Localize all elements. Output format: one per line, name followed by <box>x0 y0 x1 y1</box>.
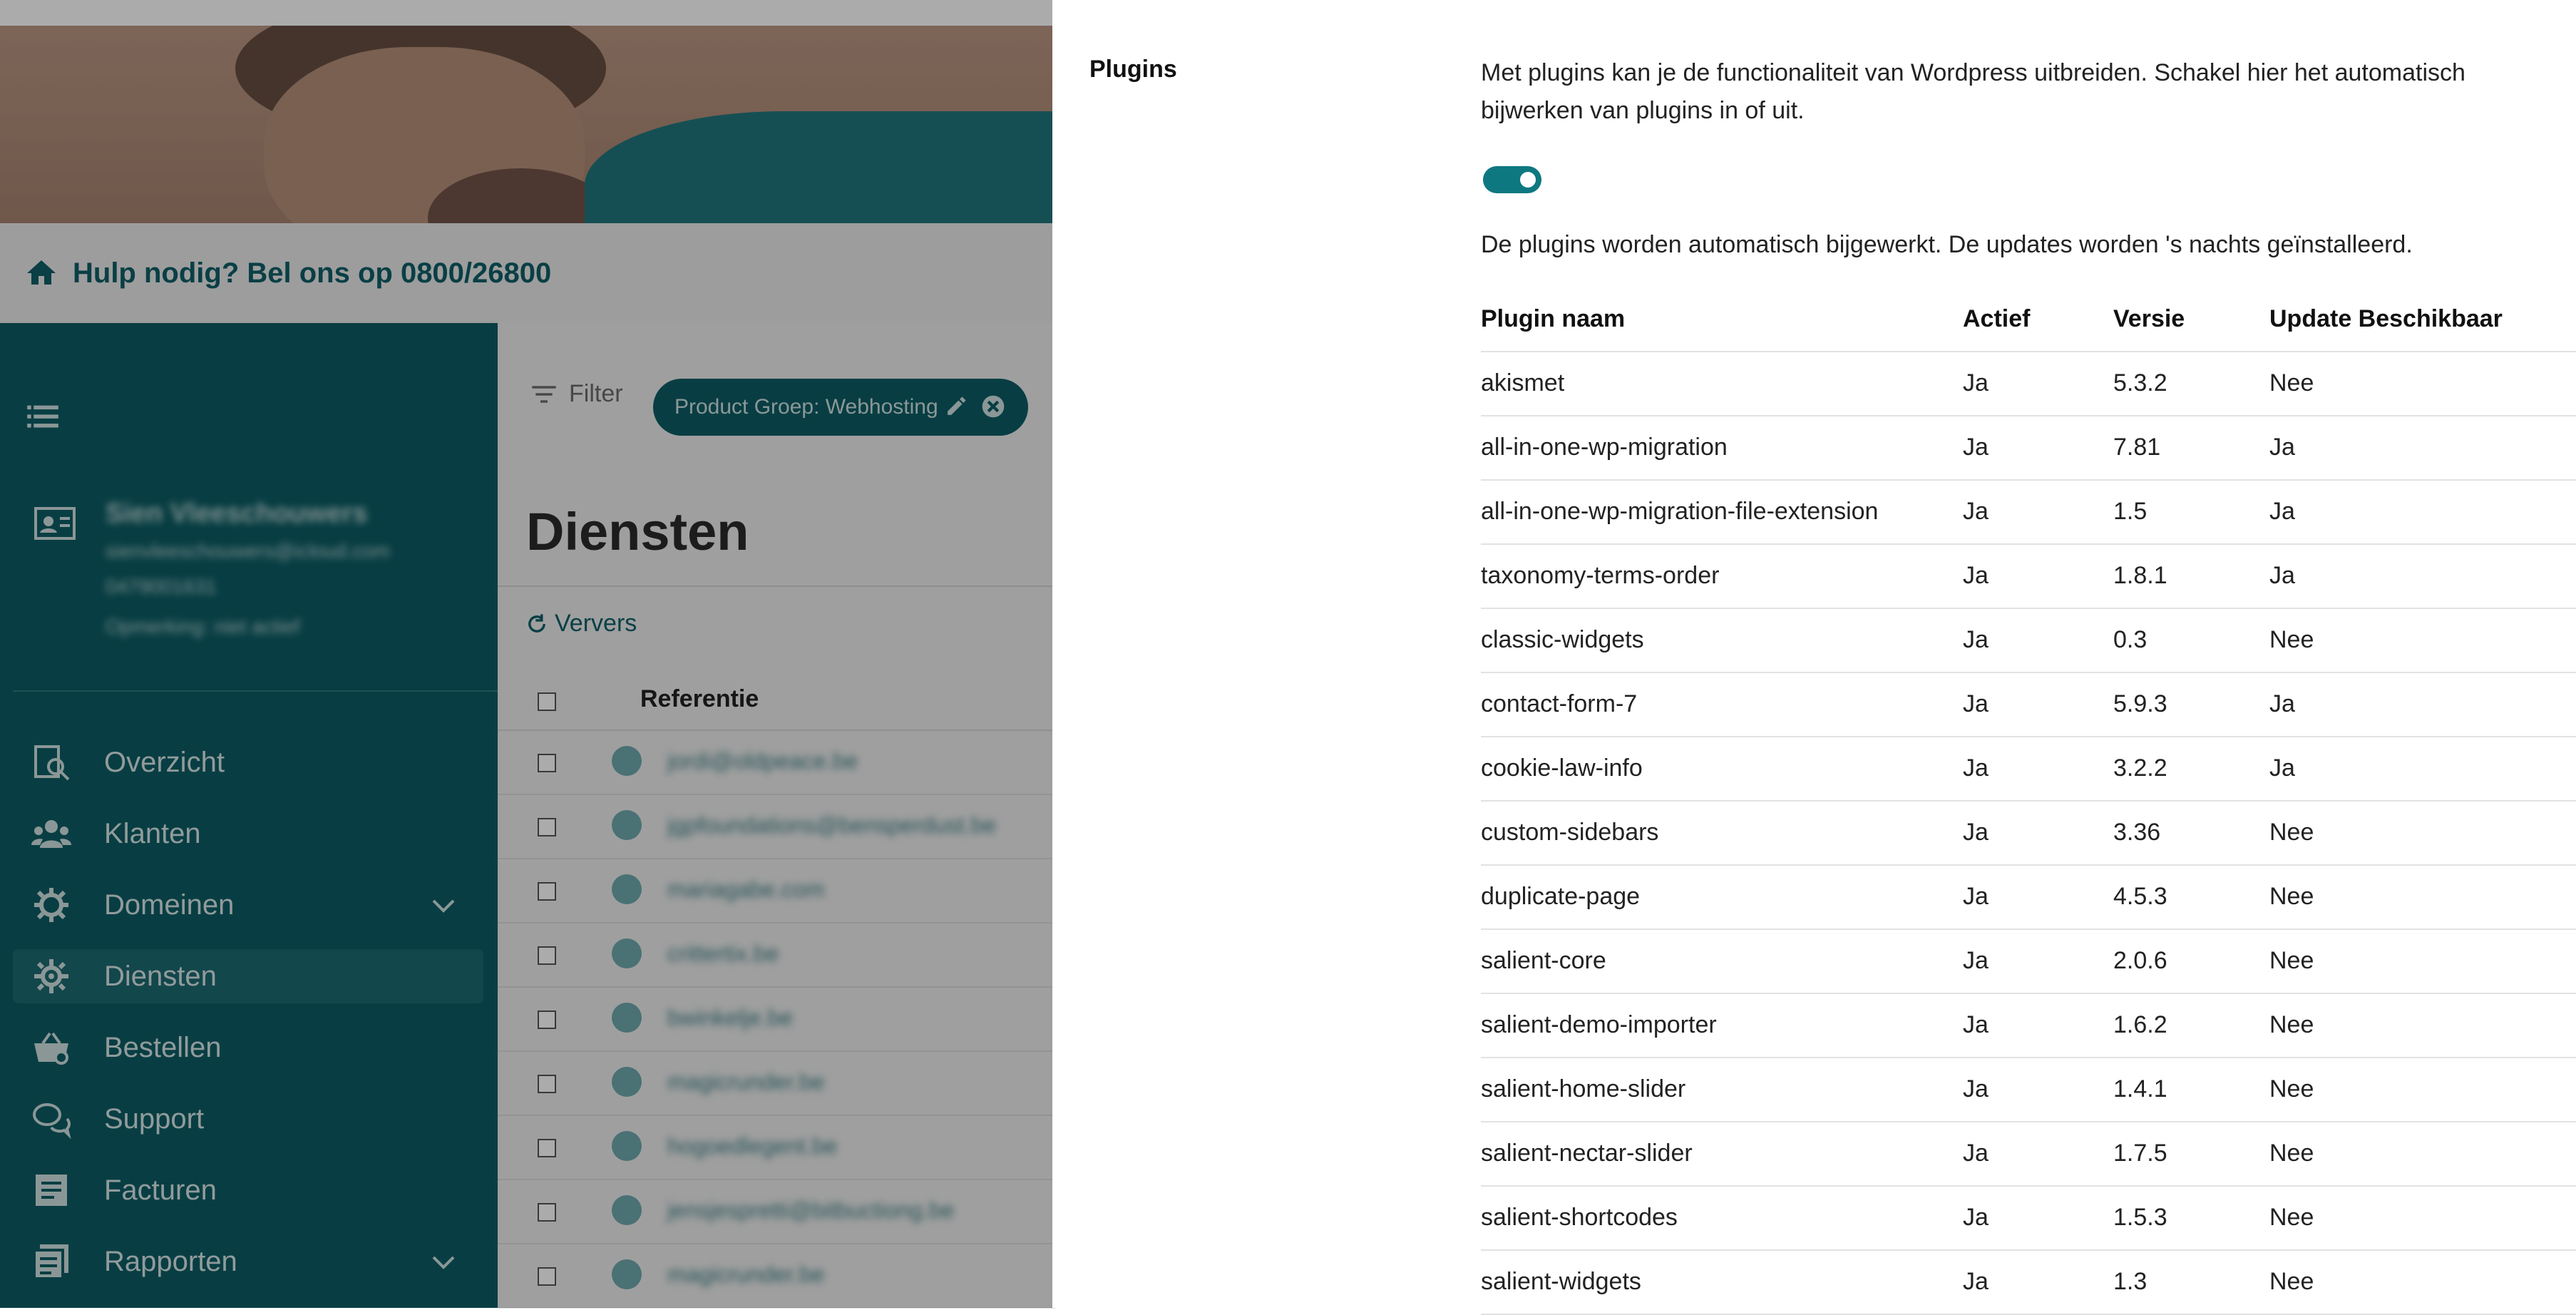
plugin-version: 1.3 <box>2113 1268 2147 1295</box>
plugin-update-available: Nee <box>2269 883 2314 910</box>
plugin-name: custom-sidebars <box>1481 819 1659 846</box>
plugins-drawer: Plugins Met plugins kan je de functional… <box>1052 0 2576 1315</box>
plugin-update-available: Nee <box>2269 369 2314 396</box>
plugin-active: Ja <box>1963 1268 1989 1295</box>
plugins-table-header: Plugin naam Actief Versie Update Beschik… <box>1481 287 2576 352</box>
plugin-name: all-in-one-wp-migration-file-extension <box>1481 498 1879 525</box>
plugin-row: salient-demo-importer Ja 1.6.2 Nee <box>1481 994 2576 1058</box>
plugin-row: cookie-law-info Ja 3.2.2 Ja <box>1481 737 2576 802</box>
plugin-row: all-in-one-wp-migration Ja 7.81 Ja <box>1481 416 2576 481</box>
plugin-update-available: Nee <box>2269 947 2314 974</box>
plugin-active: Ja <box>1963 690 1989 717</box>
plugin-active: Ja <box>1963 947 1989 974</box>
plugin-row: akismet Ja 5.3.2 Nee <box>1481 352 2576 416</box>
plugin-active: Ja <box>1963 1011 1989 1038</box>
plugin-active: Ja <box>1963 369 1989 396</box>
plugin-version: 1.5.3 <box>2113 1204 2167 1231</box>
modal-backdrop[interactable] <box>0 0 1055 1308</box>
plugins-table: Plugin naam Actief Versie Update Beschik… <box>1481 287 2576 1315</box>
plugin-name: akismet <box>1481 369 1565 396</box>
section-description: Met plugins kan je de functionaliteit va… <box>1481 59 2465 124</box>
plugin-name: all-in-one-wp-migration <box>1481 434 1728 461</box>
plugin-active: Ja <box>1963 498 1989 525</box>
plugin-name: salient-core <box>1481 947 1606 974</box>
plugin-name: salient-shortcodes <box>1481 1204 1678 1231</box>
plugin-version: 7.81 <box>2113 434 2161 461</box>
plugin-name: cookie-law-info <box>1481 754 1643 782</box>
plugin-update-available: Nee <box>2269 1011 2314 1038</box>
plugin-active: Ja <box>1963 1204 1989 1231</box>
plugin-row: salient-widgets Ja 1.3 Nee <box>1481 1251 2576 1315</box>
plugin-name: classic-widgets <box>1481 626 1644 653</box>
plugin-row: duplicate-page Ja 4.5.3 Nee <box>1481 866 2576 930</box>
plugin-active: Ja <box>1963 819 1989 846</box>
plugin-version: 1.4.1 <box>2113 1075 2167 1102</box>
plugin-version: 1.5 <box>2113 498 2147 525</box>
plugin-row: salient-home-slider Ja 1.4.1 Nee <box>1481 1058 2576 1122</box>
plugin-update-available: Nee <box>2269 819 2314 846</box>
plugin-row: salient-core Ja 2.0.6 Nee <box>1481 930 2576 994</box>
plugin-update-available: Ja <box>2269 434 2295 461</box>
plugin-active: Ja <box>1963 626 1989 653</box>
plugin-update-available: Nee <box>2269 1075 2314 1102</box>
plugin-version: 0.3 <box>2113 626 2147 653</box>
plugin-active: Ja <box>1963 434 1989 461</box>
plugin-row: salient-nectar-slider Ja 1.7.5 Nee <box>1481 1122 2576 1187</box>
plugin-name: taxonomy-terms-order <box>1481 562 1720 589</box>
plugin-row: salient-shortcodes Ja 1.5.3 Nee <box>1481 1187 2576 1251</box>
column-version: Versie <box>2113 305 2185 332</box>
plugin-active: Ja <box>1963 1140 1989 1167</box>
plugin-update-available: Nee <box>2269 1204 2314 1231</box>
plugin-row: contact-form-7 Ja 5.9.3 Ja <box>1481 673 2576 737</box>
plugin-version: 2.0.6 <box>2113 947 2167 974</box>
plugin-active: Ja <box>1963 754 1989 782</box>
plugin-update-available: Ja <box>2269 754 2295 782</box>
auto-update-toggle[interactable] <box>1483 166 1541 193</box>
plugin-update-available: Ja <box>2269 562 2295 589</box>
plugin-name: salient-demo-importer <box>1481 1011 1717 1038</box>
toggle-knob <box>1520 172 1536 188</box>
plugin-version: 3.36 <box>2113 819 2161 846</box>
plugin-update-available: Ja <box>2269 690 2295 717</box>
plugin-version: 1.7.5 <box>2113 1140 2167 1167</box>
plugin-name: contact-form-7 <box>1481 690 1638 717</box>
auto-update-status: De plugins worden automatisch bijgewerkt… <box>1481 231 2413 258</box>
plugin-version: 4.5.3 <box>2113 883 2167 910</box>
plugin-row: all-in-one-wp-migration-file-extension Ja… <box>1481 481 2576 545</box>
column-active: Actief <box>1963 305 2031 332</box>
plugin-name: salient-home-slider <box>1481 1075 1686 1102</box>
plugin-update-available: Nee <box>2269 1140 2314 1167</box>
plugin-update-available: Nee <box>2269 626 2314 653</box>
plugin-version: 5.9.3 <box>2113 690 2167 717</box>
column-update-available: Update Beschikbaar <box>2269 305 2503 332</box>
plugin-row: taxonomy-terms-order Ja 1.8.1 Ja <box>1481 545 2576 609</box>
plugin-active: Ja <box>1963 562 1989 589</box>
plugin-name: duplicate-page <box>1481 883 1641 910</box>
plugin-active: Ja <box>1963 1075 1989 1102</box>
plugin-name: salient-widgets <box>1481 1268 1641 1295</box>
plugin-row: custom-sidebars Ja 3.36 Nee <box>1481 802 2576 866</box>
plugin-active: Ja <box>1963 883 1989 910</box>
plugin-version: 1.6.2 <box>2113 1011 2167 1038</box>
plugin-update-available: Ja <box>2269 498 2295 525</box>
section-title: Plugins <box>1089 56 1177 83</box>
column-plugin-name: Plugin naam <box>1481 305 1626 332</box>
plugin-row: classic-widgets Ja 0.3 Nee <box>1481 609 2576 673</box>
plugin-version: 5.3.2 <box>2113 369 2167 396</box>
plugin-version: 3.2.2 <box>2113 754 2167 782</box>
plugin-update-available: Nee <box>2269 1268 2314 1295</box>
plugin-version: 1.8.1 <box>2113 562 2167 589</box>
plugin-name: salient-nectar-slider <box>1481 1140 1693 1167</box>
